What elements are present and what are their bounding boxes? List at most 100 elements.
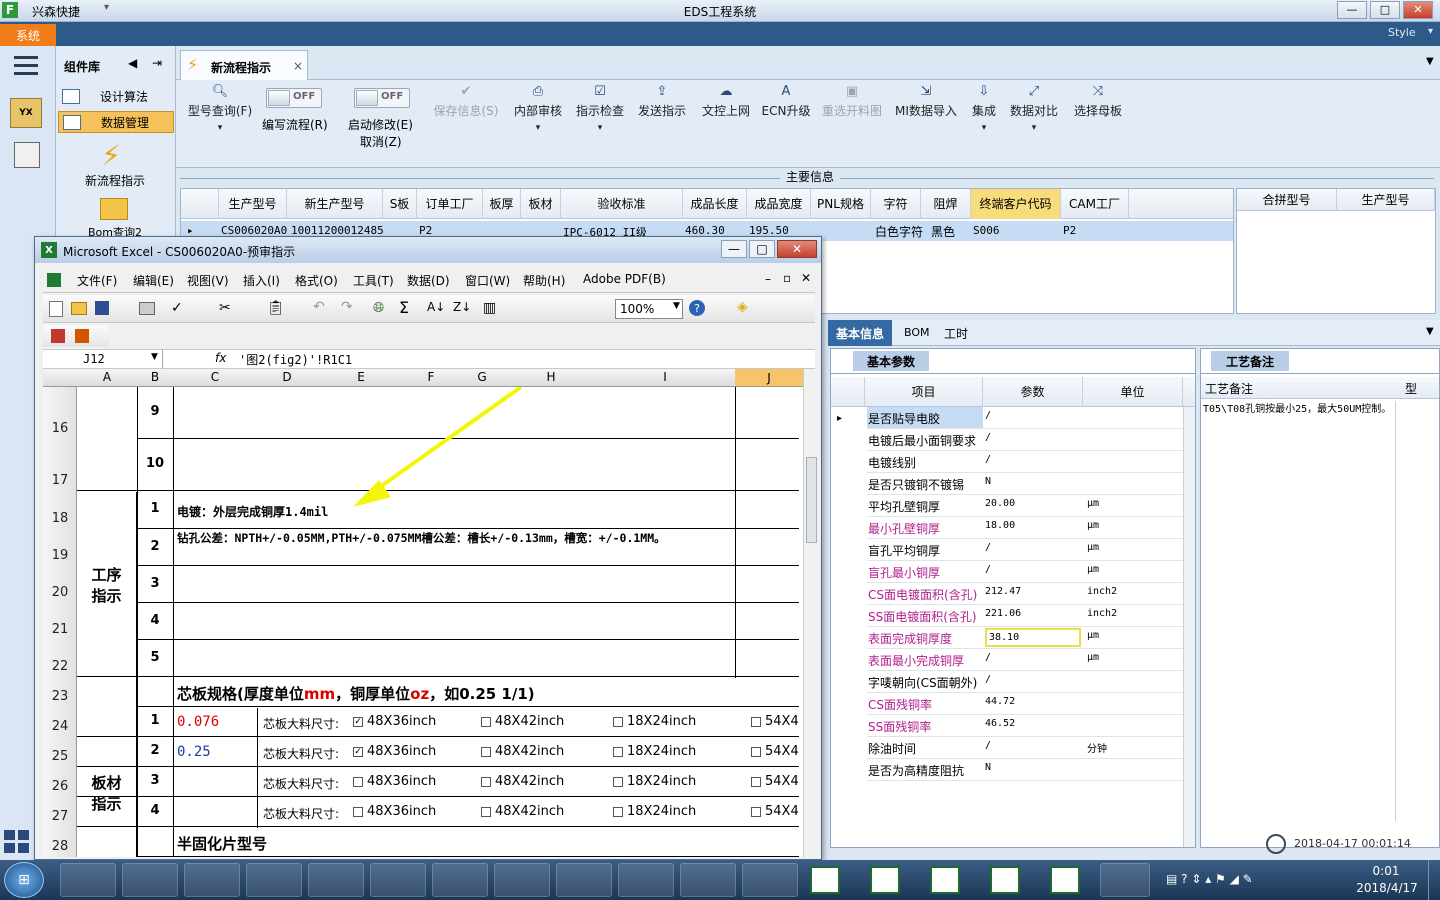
header-cell[interactable]: 新生产型号 [287, 189, 383, 219]
param-row[interactable]: 是否贴导电胶 / [867, 407, 1195, 429]
param-value[interactable]: / [985, 740, 1081, 751]
function-icon[interactable]: fx [215, 351, 226, 365]
column-header[interactable]: D [257, 370, 317, 384]
header-cell[interactable]: 生产型号 [219, 189, 287, 219]
header-cell[interactable]: 终端客户代码 [971, 189, 1061, 219]
checkbox-icon[interactable] [613, 746, 623, 757]
sort-desc-icon[interactable]: Z↓ [453, 300, 471, 314]
style-dropdown-icon[interactable]: ▾ [1428, 26, 1433, 37]
param-value[interactable]: 20.00 [985, 498, 1081, 509]
param-value[interactable]: / [985, 652, 1081, 663]
menu-edit[interactable]: 编辑(E) [133, 272, 174, 289]
param-row[interactable]: CS面残铜率 44.72 [867, 693, 1195, 715]
menu-data[interactable]: 数据(D) [407, 272, 450, 289]
header-cell[interactable]: 项目 [865, 377, 983, 407]
header-cell[interactable]: 验收标准 [561, 189, 683, 219]
reselect-layout-button[interactable]: ▣ 重选开料图 [818, 84, 886, 119]
model-query-button[interactable]: 🔍︎ 型号查询(F) ▾ [184, 84, 256, 133]
zoom-dropdown-icon[interactable]: ▼ [673, 301, 680, 311]
param-row[interactable]: 字唛朝向(CS面朝外) / [867, 671, 1195, 693]
column-header[interactable]: G [457, 370, 507, 384]
vertical-scrollbar[interactable] [803, 369, 819, 857]
param-row[interactable]: 是否只镀铜不镀锡 N [867, 473, 1195, 495]
component-item-design-algorithm[interactable]: 设计算法 [58, 86, 174, 108]
eds-taskbar-icon[interactable] [308, 863, 364, 897]
close-button[interactable]: ✕ [1403, 1, 1433, 19]
param-row[interactable]: 最小孔壁铜厚 18.00 μm [867, 517, 1195, 539]
b-column-cell[interactable]: 1 [137, 713, 173, 728]
calculator-icon[interactable] [14, 142, 40, 168]
core-size-option[interactable]: 54X4 [751, 804, 799, 819]
checkbox-icon[interactable] [751, 806, 761, 817]
word-taskbar-icon[interactable] [432, 863, 488, 897]
header-cell[interactable]: 单位 [1083, 377, 1183, 407]
clock-date[interactable]: 2018/4/17 [1352, 881, 1422, 895]
core-size-option[interactable]: 48X42inch [481, 714, 564, 729]
param-value[interactable]: 38.10 [985, 628, 1081, 647]
column-header[interactable]: H [507, 370, 595, 384]
param-row[interactable]: 盲孔最小铜厚 / μm [867, 561, 1195, 583]
param-value[interactable]: / [985, 454, 1081, 465]
core-size-option[interactable]: 48X36inch [353, 804, 436, 819]
send-instruction-button[interactable]: ⇪ 发送指示 [634, 84, 690, 119]
collapse-left-icon[interactable]: ◀ [128, 56, 137, 70]
header-cell[interactable]: 合拼型号 [1237, 189, 1337, 211]
core-size-option[interactable]: 48X42inch [481, 744, 564, 759]
folder-icon[interactable] [100, 198, 128, 220]
doc-online-button[interactable]: ☁ 文控上网 [698, 84, 754, 119]
core-size-option[interactable]: ✓ 48X36inch [353, 714, 436, 729]
scanner-taskbar-icon[interactable] [246, 863, 302, 897]
select-motherboard-button[interactable]: ⤨ 选择母板 [1070, 84, 1126, 119]
param-value[interactable]: N [985, 476, 1081, 487]
tab-dropdown-icon[interactable]: ▼ [1426, 56, 1434, 67]
component-item-data-management[interactable]: 数据管理 [58, 111, 174, 133]
column-header[interactable]: E [317, 370, 405, 384]
header-cell[interactable]: PNL规格 [811, 189, 871, 219]
checkbox-icon[interactable] [613, 716, 623, 727]
tab-new-flow[interactable]: ⚡ 新流程指示 × [180, 50, 308, 80]
checkbox-icon[interactable] [613, 806, 623, 817]
param-value[interactable]: 46.52 [985, 718, 1081, 729]
write-flow-toggle[interactable]: OFF [266, 88, 322, 108]
row-number[interactable]: 16 [43, 421, 77, 436]
param-row[interactable]: SS面残铜率 46.52 [867, 715, 1195, 737]
param-row[interactable]: 表面最小完成铜厚 / μm [867, 649, 1195, 671]
menu-adobe-pdf[interactable]: Adobe PDF(B) [583, 272, 666, 286]
b-column-cell[interactable]: 9 [137, 404, 173, 419]
column-header[interactable]: C [173, 370, 257, 384]
column-header[interactable]: B [137, 370, 173, 384]
panel-dropdown-icon[interactable]: ▼ [1426, 326, 1434, 337]
integrate-button[interactable]: ⇩ 集成 ▾ [966, 84, 1002, 133]
excel-taskbar-icon-2[interactable] [556, 863, 612, 897]
param-value[interactable]: 221.06 [985, 608, 1081, 619]
param-row[interactable]: 除油时间 / 分钟 [867, 737, 1195, 759]
print-icon[interactable] [139, 302, 155, 315]
doc-minimize-icon[interactable]: – [765, 272, 771, 286]
checkbox-icon[interactable]: ✓ [353, 746, 363, 757]
checkbox-icon[interactable]: ✓ [353, 716, 363, 727]
header-cell[interactable]: 字符 [871, 189, 921, 219]
excel-close-button[interactable]: ✕ [777, 240, 817, 258]
header-cell[interactable]: S板 [383, 189, 417, 219]
autosum-icon[interactable]: Σ [399, 298, 409, 317]
save-info-button[interactable]: ✔ 保存信息(S) [428, 84, 504, 119]
start-button[interactable]: ⊞ [4, 862, 44, 898]
minimize-button[interactable]: — [1337, 1, 1367, 19]
b-column-cell[interactable]: 3 [137, 576, 173, 591]
menu-view[interactable]: 视图(V) [187, 272, 229, 289]
header-cell[interactable]: 生产型号 [1337, 189, 1435, 211]
disk-taskbar-icon[interactable] [184, 863, 240, 897]
tab-basic-info[interactable]: 基本信息 [828, 320, 892, 346]
b-column-cell[interactable]: 4 [137, 803, 173, 818]
pdf-convert-icon[interactable] [51, 329, 65, 343]
checkbox-icon[interactable] [481, 776, 491, 787]
checkbox-icon[interactable] [751, 716, 761, 727]
save-icon[interactable] [95, 301, 109, 315]
cancel-button[interactable]: 取消(Z) [360, 133, 402, 150]
new-flow-label[interactable]: 新流程指示 [56, 172, 174, 189]
menu-window[interactable]: 窗口(W) [465, 272, 510, 289]
header-cell[interactable]: 成品宽度 [747, 189, 811, 219]
menu-format[interactable]: 格式(O) [295, 272, 338, 289]
excel-doc-icon[interactable] [930, 866, 960, 894]
core-size-option[interactable]: 48X42inch [481, 804, 564, 819]
